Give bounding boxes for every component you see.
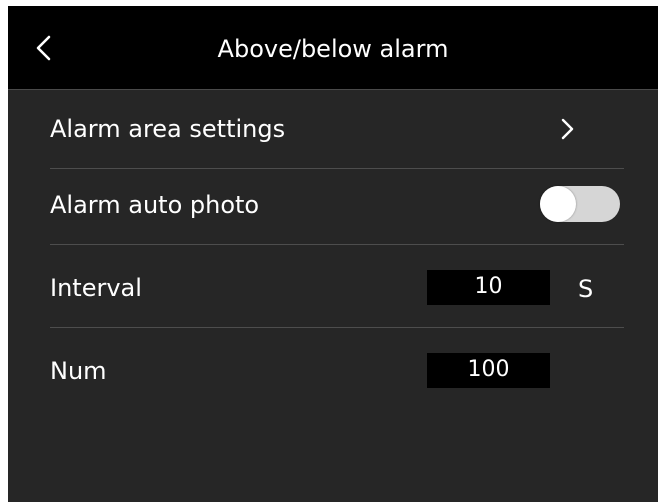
alarm-auto-photo-row: Alarm auto photo <box>50 166 624 245</box>
interval-row: Interval 10 S <box>50 249 624 328</box>
header-bar: Above/below alarm <box>8 6 658 90</box>
alarm-area-settings-row[interactable]: Alarm area settings <box>50 90 624 169</box>
alarm-auto-photo-toggle[interactable] <box>540 186 620 222</box>
interval-label: Interval <box>50 274 142 302</box>
interval-input[interactable]: 10 <box>427 270 550 305</box>
chevron-right-icon <box>561 118 574 140</box>
chevron-left-icon <box>36 35 51 61</box>
alarm-auto-photo-label: Alarm auto photo <box>50 191 260 219</box>
num-row: Num 100 <box>50 332 624 410</box>
num-input[interactable]: 100 <box>427 353 550 388</box>
toggle-knob <box>540 186 576 222</box>
back-button[interactable] <box>30 28 60 68</box>
alarm-area-settings-label: Alarm area settings <box>50 115 286 143</box>
num-label: Num <box>50 357 107 385</box>
alarm-settings-screen: Above/below alarm Alarm area settings Al… <box>8 6 658 502</box>
interval-unit: S <box>578 275 594 303</box>
page-title: Above/below alarm <box>217 35 449 63</box>
